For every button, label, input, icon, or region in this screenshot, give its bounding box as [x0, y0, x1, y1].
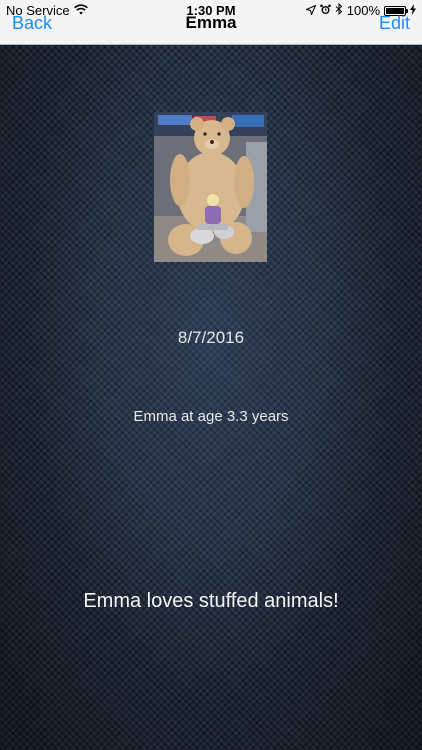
age-caption: Emma at age 3.3 years	[133, 408, 289, 425]
top-bar: No Service 1:30 PM 100% Back Emma Edit	[0, 0, 422, 45]
entry-photo[interactable]	[154, 112, 267, 262]
entry-date: 8/7/2016	[177, 328, 245, 347]
memory-detail-screen: No Service 1:30 PM 100% Back Emma Edit 8…	[0, 0, 422, 750]
navigation-bar: Back Emma Edit	[0, 12, 422, 42]
entry-note: Emma loves stuffed animals!	[83, 590, 339, 612]
page-title: Emma	[185, 13, 237, 32]
edit-button[interactable]: Edit	[379, 13, 410, 34]
